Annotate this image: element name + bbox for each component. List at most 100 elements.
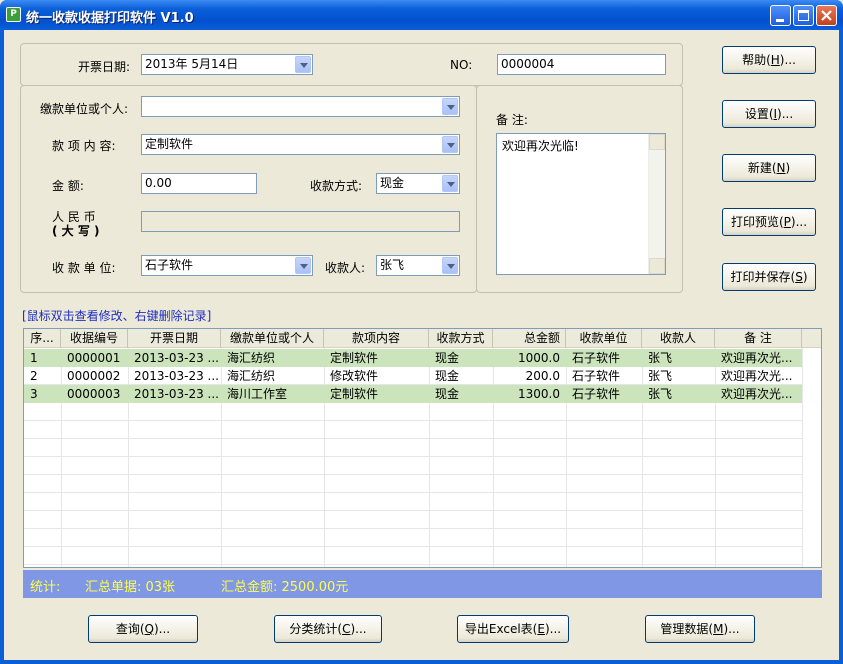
no-label: NO: — [450, 58, 473, 72]
chevron-down-icon[interactable] — [442, 175, 458, 192]
payee-unit-label: 收 款 单 位: — [52, 261, 116, 275]
table-cell: 张飞 — [648, 369, 673, 383]
column-header[interactable]: 款项内容 — [324, 329, 429, 348]
table-cell: 1000.0 — [518, 351, 560, 365]
table-cell: 石子软件 — [572, 351, 621, 365]
summary-count: 汇总单据: 03张 — [85, 580, 176, 595]
export-excel-button[interactable]: 导出Excel表(E)... — [457, 615, 569, 643]
print-save-suffix: ) — [802, 270, 808, 284]
table-header: 序... 收据编号 开票日期 缴款单位或个人 款项内容 收款方式 总金额 收款单… — [24, 329, 821, 348]
new-button[interactable]: 新建(N) — [722, 154, 816, 182]
manage-data-button[interactable]: 管理数据(M)... — [645, 615, 755, 643]
grid-line — [24, 546, 802, 547]
memo-scrollbar[interactable] — [648, 134, 665, 274]
print-save-button[interactable]: 打印并保存(S) — [722, 263, 816, 291]
column-header[interactable]: 序... — [24, 329, 61, 348]
table-cell: 1 — [30, 351, 38, 365]
table-cell: 定制软件 — [330, 351, 379, 365]
chevron-down-icon[interactable] — [442, 98, 458, 115]
item-value: 定制软件 — [145, 137, 194, 151]
column-header[interactable]: 备 注 — [715, 329, 802, 348]
manage-data-suffix: )... — [723, 622, 740, 636]
table-cell: 0000002 — [67, 369, 121, 383]
table-cell: 1300.0 — [518, 387, 560, 401]
table-cell: 2013-03-23 ... — [134, 387, 219, 401]
help-button[interactable]: 帮助(H)... — [722, 46, 816, 74]
grid-line — [24, 456, 802, 457]
close-button[interactable] — [816, 5, 837, 26]
close-icon — [821, 10, 832, 21]
grid-line — [802, 348, 803, 567]
grid-hint: [鼠标双击查看修改、右键删除记录] — [22, 309, 212, 323]
column-header[interactable]: 开票日期 — [128, 329, 221, 348]
table-cell: 欢迎再次光... — [721, 387, 793, 401]
table-cell: 欢迎再次光... — [721, 351, 793, 365]
column-header[interactable]: 缴款单位或个人 — [221, 329, 324, 348]
help-hotkey: H — [770, 53, 780, 67]
chevron-down-icon[interactable] — [442, 257, 458, 274]
payee-combo[interactable]: 张飞 — [376, 255, 460, 276]
scroll-down-icon[interactable] — [649, 258, 665, 274]
records-table[interactable]: 序... 收据编号 开票日期 缴款单位或个人 款项内容 收款方式 总金额 收款单… — [23, 328, 822, 568]
method-value: 现金 — [380, 176, 405, 190]
maximize-button[interactable] — [793, 5, 814, 26]
column-header[interactable]: 总金额 — [493, 329, 566, 348]
print-preview-button[interactable]: 打印预览(P)... — [722, 208, 816, 236]
payer-combo[interactable] — [141, 96, 460, 117]
column-header[interactable]: 收款人 — [642, 329, 715, 348]
memo-textarea[interactable]: 欢迎再次光临! — [496, 133, 666, 275]
column-header[interactable]: 收款方式 — [429, 329, 493, 348]
column-header[interactable]: 收据编号 — [61, 329, 128, 348]
table-cell: 海汇纺织 — [227, 351, 276, 365]
table-cell: 200.0 — [525, 369, 560, 383]
grid-line — [24, 474, 802, 475]
date-picker[interactable]: 2013年 5月14日 — [141, 54, 313, 75]
no-field[interactable]: 0000004 — [497, 54, 666, 75]
query-button-label: 查询( — [115, 622, 145, 636]
payee-label: 收款人: — [325, 261, 366, 275]
scroll-up-icon[interactable] — [649, 134, 665, 150]
table-cell: 海川工作室 — [227, 387, 288, 401]
chevron-down-icon[interactable] — [442, 136, 458, 153]
rmb-label-line2: ( 大 写 ) — [52, 224, 100, 238]
grid-line — [24, 528, 802, 529]
item-label: 款 项 内 容: — [52, 139, 116, 153]
column-header[interactable]: 收款单位 — [566, 329, 642, 348]
print-preview-suffix: )... — [790, 215, 808, 229]
amount-field[interactable]: 0.00 — [141, 173, 257, 194]
print-save-hotkey: S — [795, 270, 803, 284]
print-save-button-label: 打印并保存( — [730, 270, 796, 284]
table-row[interactable]: 2 0000002 2013-03-23 ... 海汇纺织 修改软件 现金 20… — [24, 367, 802, 385]
table-cell: 现金 — [435, 351, 460, 365]
table-cell: 石子软件 — [572, 369, 621, 383]
method-combo[interactable]: 现金 — [376, 173, 460, 194]
query-button[interactable]: 查询(Q)... — [88, 615, 198, 643]
chevron-down-icon[interactable] — [295, 257, 311, 274]
table-cell: 石子软件 — [572, 387, 621, 401]
summary-total: 汇总金额: 2500.00元 — [221, 580, 349, 595]
minimize-button[interactable] — [770, 5, 791, 26]
item-combo[interactable]: 定制软件 — [141, 134, 460, 155]
category-stats-button[interactable]: 分类统计(C)... — [274, 615, 382, 643]
table-cell: 2013-03-23 ... — [134, 351, 219, 365]
table-row[interactable]: 1 0000001 2013-03-23 ... 海汇纺织 定制软件 现金 10… — [24, 349, 802, 367]
category-stats-button-label: 分类统计( — [289, 622, 343, 636]
payee-unit-value: 石子软件 — [145, 258, 194, 272]
payee-unit-combo[interactable]: 石子软件 — [141, 255, 313, 276]
title-bar[interactable]: P 统一收款收据打印软件 V1.0 — [0, 0, 843, 30]
chevron-down-icon[interactable] — [295, 56, 311, 73]
table-cell: 0000003 — [67, 387, 121, 401]
summary-label: 统计: — [30, 580, 61, 595]
settings-button[interactable]: 设置(I)... — [722, 100, 816, 128]
no-value: 0000004 — [501, 57, 555, 71]
help-button-label: 帮助( — [742, 53, 771, 67]
table-row[interactable]: 3 0000003 2013-03-23 ... 海川工作室 定制软件 现金 1… — [24, 385, 802, 403]
table-cell: 张飞 — [648, 387, 673, 401]
table-cell: 海汇纺织 — [227, 369, 276, 383]
manage-data-hotkey: M — [713, 622, 724, 636]
payee-value: 张飞 — [380, 258, 405, 272]
window-title: 统一收款收据打印软件 V1.0 — [26, 11, 194, 26]
export-excel-hotkey: E — [537, 622, 545, 636]
minimize-icon — [776, 19, 784, 22]
table-cell: 欢迎再次光... — [721, 369, 793, 383]
